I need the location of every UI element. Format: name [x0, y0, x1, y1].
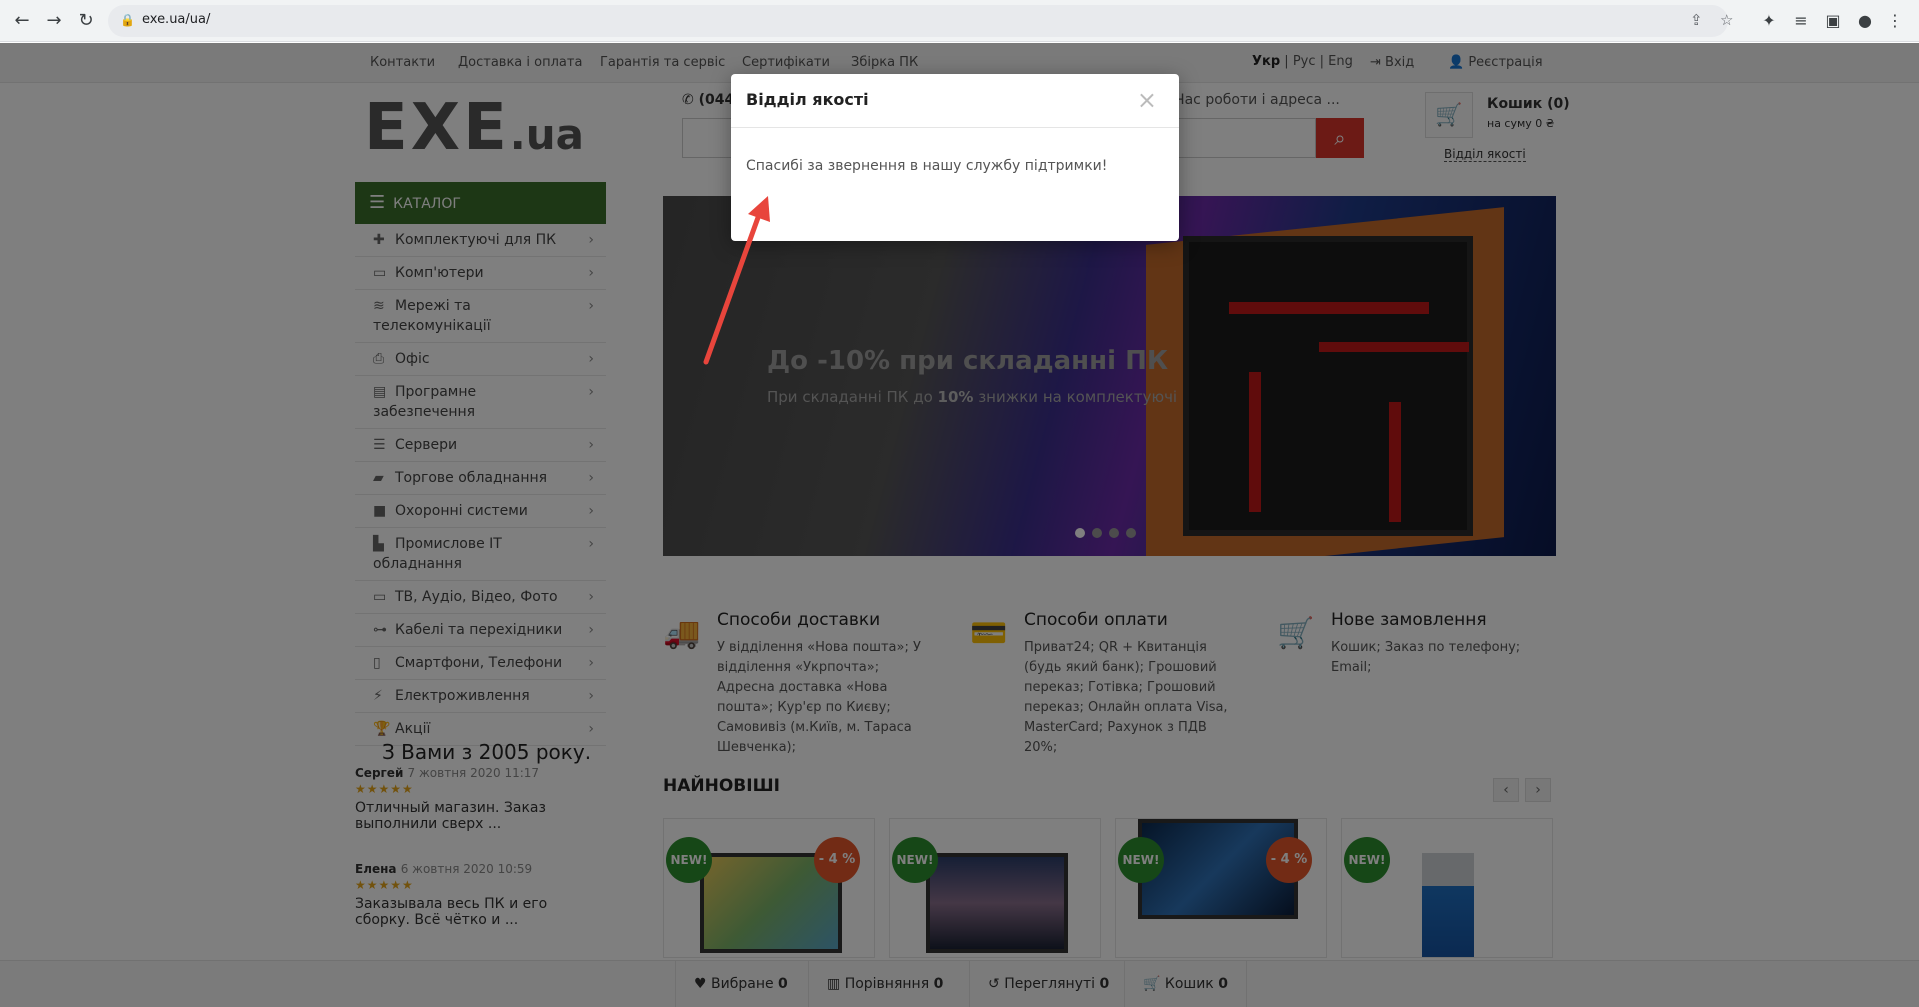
menu-dots-icon[interactable]: ⋮ [1884, 10, 1906, 32]
extensions-icon[interactable]: ✦ [1758, 10, 1780, 32]
share-icon[interactable]: ⇪ [1690, 11, 1703, 29]
url-text[interactable]: exe.ua/ua/ [142, 12, 210, 27]
modal-title: Відділ якості [731, 74, 1179, 128]
profile-avatar-icon[interactable]: ● [1854, 10, 1876, 32]
side-panel-icon[interactable]: ▣ [1822, 10, 1844, 32]
browser-toolbar: ← → ↻ 🔒 exe.ua/ua/ ⇪ ☆ ✦ ≡ ▣ ● ⋮ [0, 0, 1919, 42]
modal-message: Спасибі за звернення в нашу службу підтр… [746, 158, 1108, 174]
address-bar[interactable]: 🔒 exe.ua/ua/ ⇪ ☆ [108, 5, 1733, 37]
reload-icon[interactable]: ↻ [74, 9, 98, 33]
forward-icon[interactable]: → [42, 9, 66, 33]
quality-modal: Відділ якості × Спасибі за звернення в н… [731, 74, 1179, 241]
close-icon[interactable]: × [1137, 88, 1157, 112]
reading-list-icon[interactable]: ≡ [1790, 10, 1812, 32]
bookmark-star-icon[interactable]: ☆ [1720, 11, 1733, 29]
lock-icon: 🔒 [120, 13, 135, 27]
back-icon[interactable]: ← [10, 9, 34, 33]
